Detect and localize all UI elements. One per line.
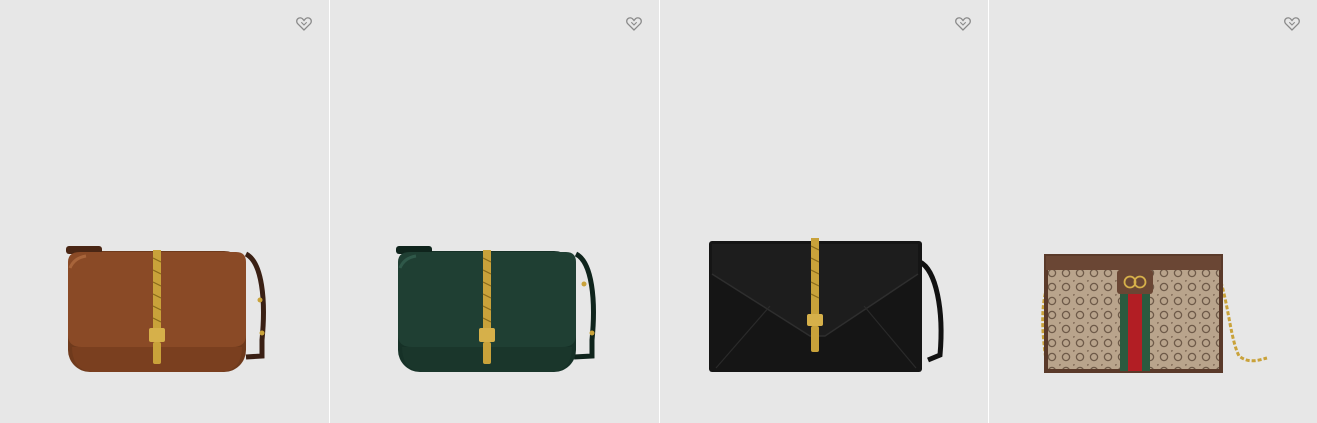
product-card-4[interactable] (989, 0, 1317, 423)
product-grid (0, 0, 1317, 423)
product-image-green-bag[interactable] (330, 0, 659, 423)
product-card-1[interactable] (0, 0, 329, 423)
product-card-3[interactable] (659, 0, 989, 423)
product-image-gg-canvas-bag[interactable] (989, 0, 1317, 423)
product-image-brown-bag[interactable] (0, 0, 329, 423)
product-card-2[interactable] (329, 0, 659, 423)
product-image-black-bag[interactable] (660, 0, 989, 423)
